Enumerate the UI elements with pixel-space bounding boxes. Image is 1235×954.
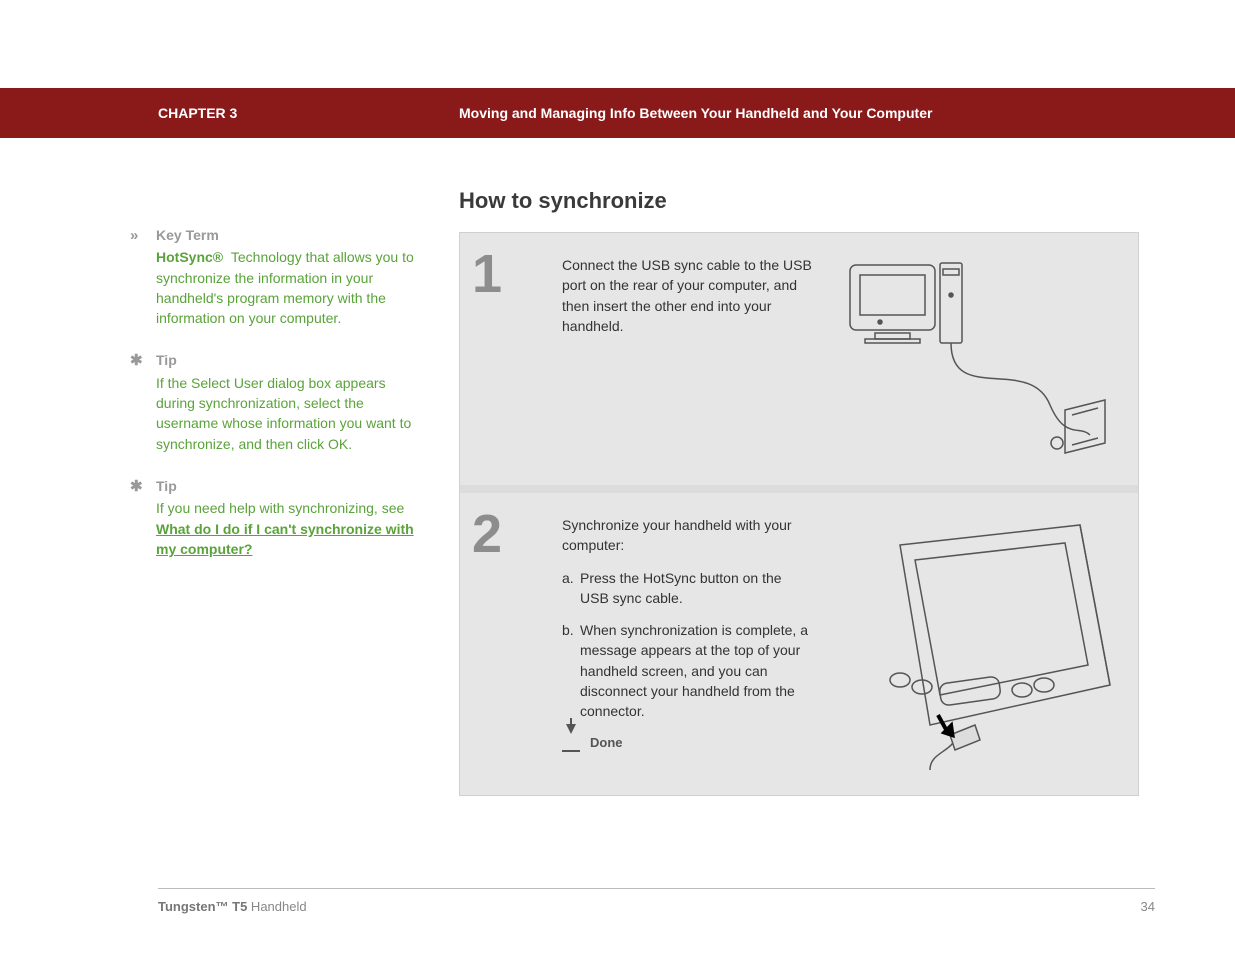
tip2-lead: If you need help with synchronizing, see <box>156 500 404 516</box>
step-2: 2 Synchronize your handheld with your co… <box>460 485 1138 795</box>
step-1-illustration <box>830 255 1120 465</box>
page-number: 34 <box>1141 899 1155 914</box>
step-2a: a. Press the HotSync button on the USB s… <box>562 568 812 609</box>
product-rest: Handheld <box>247 899 306 914</box>
keyterm-text: HotSync® Technology that allows you to s… <box>156 247 415 328</box>
tip-icon: ✱ <box>130 350 156 453</box>
step-2a-text: Press the HotSync button on the USB sync… <box>580 570 782 606</box>
step-1-number: 1 <box>472 245 562 465</box>
keyterm-icon: » <box>130 225 156 328</box>
step-1-paragraph: Connect the USB sync cable to the USB po… <box>562 255 812 336</box>
keyterm-head: Key Term <box>156 225 415 245</box>
sidebar: » Key Term HotSync® Technology that allo… <box>130 225 415 581</box>
tip1-text: If the Select User dialog box appears du… <box>156 373 415 454</box>
step-1: 1 Connect the USB sync cable to the USB … <box>460 233 1138 485</box>
step-2-content: Synchronize your handheld with your comp… <box>562 505 1120 775</box>
chapter-header: CHAPTER 3 Moving and Managing Info Betwe… <box>0 88 1235 138</box>
main-content: How to synchronize 1 Connect the USB syn… <box>459 188 1139 796</box>
tip2-text: If you need help with synchronizing, see… <box>156 498 415 559</box>
step-2b-marker: b. <box>562 620 574 640</box>
step-2-number: 2 <box>472 505 562 775</box>
chapter-label: CHAPTER 3 <box>158 105 237 121</box>
tip1-block: ✱ Tip If the Select User dialog box appe… <box>130 350 415 453</box>
keyterm-term: HotSync® <box>156 249 223 265</box>
computer-handheld-illustration <box>840 255 1110 465</box>
step-2-intro: Synchronize your handheld with your comp… <box>562 515 812 556</box>
sync-help-link[interactable]: What do I do if I can't synchronize with… <box>156 521 414 557</box>
keyterm-body: Key Term HotSync® Technology that allows… <box>156 225 415 328</box>
done-row: Done <box>562 734 812 753</box>
step-2-text: Synchronize your handheld with your comp… <box>562 515 812 775</box>
tip2-block: ✱ Tip If you need help with synchronizin… <box>130 476 415 559</box>
step-2b: b. When synchronization is complete, a m… <box>562 620 812 721</box>
steps-container: 1 Connect the USB sync cable to the USB … <box>459 232 1139 796</box>
step-2b-text: When synchronization is complete, a mess… <box>580 622 808 719</box>
handheld-sync-illustration <box>830 515 1120 775</box>
tip1-body: Tip If the Select User dialog box appear… <box>156 350 415 453</box>
page-footer: Tungsten™ T5 Handheld 34 <box>158 888 1155 914</box>
done-arrow-icon <box>562 734 580 752</box>
step-2-list: a. Press the HotSync button on the USB s… <box>562 568 812 722</box>
step-1-text: Connect the USB sync cable to the USB po… <box>562 255 812 465</box>
step-1-content: Connect the USB sync cable to the USB po… <box>562 245 1120 465</box>
product-bold: Tungsten™ T5 <box>158 899 247 914</box>
keyterm-block: » Key Term HotSync® Technology that allo… <box>130 225 415 328</box>
tip2-body: Tip If you need help with synchronizing,… <box>156 476 415 559</box>
tip1-head: Tip <box>156 350 415 370</box>
step-2-illustration <box>830 515 1120 775</box>
chapter-title: Moving and Managing Info Between Your Ha… <box>459 105 932 121</box>
tip-icon: ✱ <box>130 476 156 559</box>
step-2a-marker: a. <box>562 568 574 588</box>
tip2-head: Tip <box>156 476 415 496</box>
product-name: Tungsten™ T5 Handheld <box>158 899 307 914</box>
done-label: Done <box>590 734 623 753</box>
section-title: How to synchronize <box>459 188 1139 214</box>
